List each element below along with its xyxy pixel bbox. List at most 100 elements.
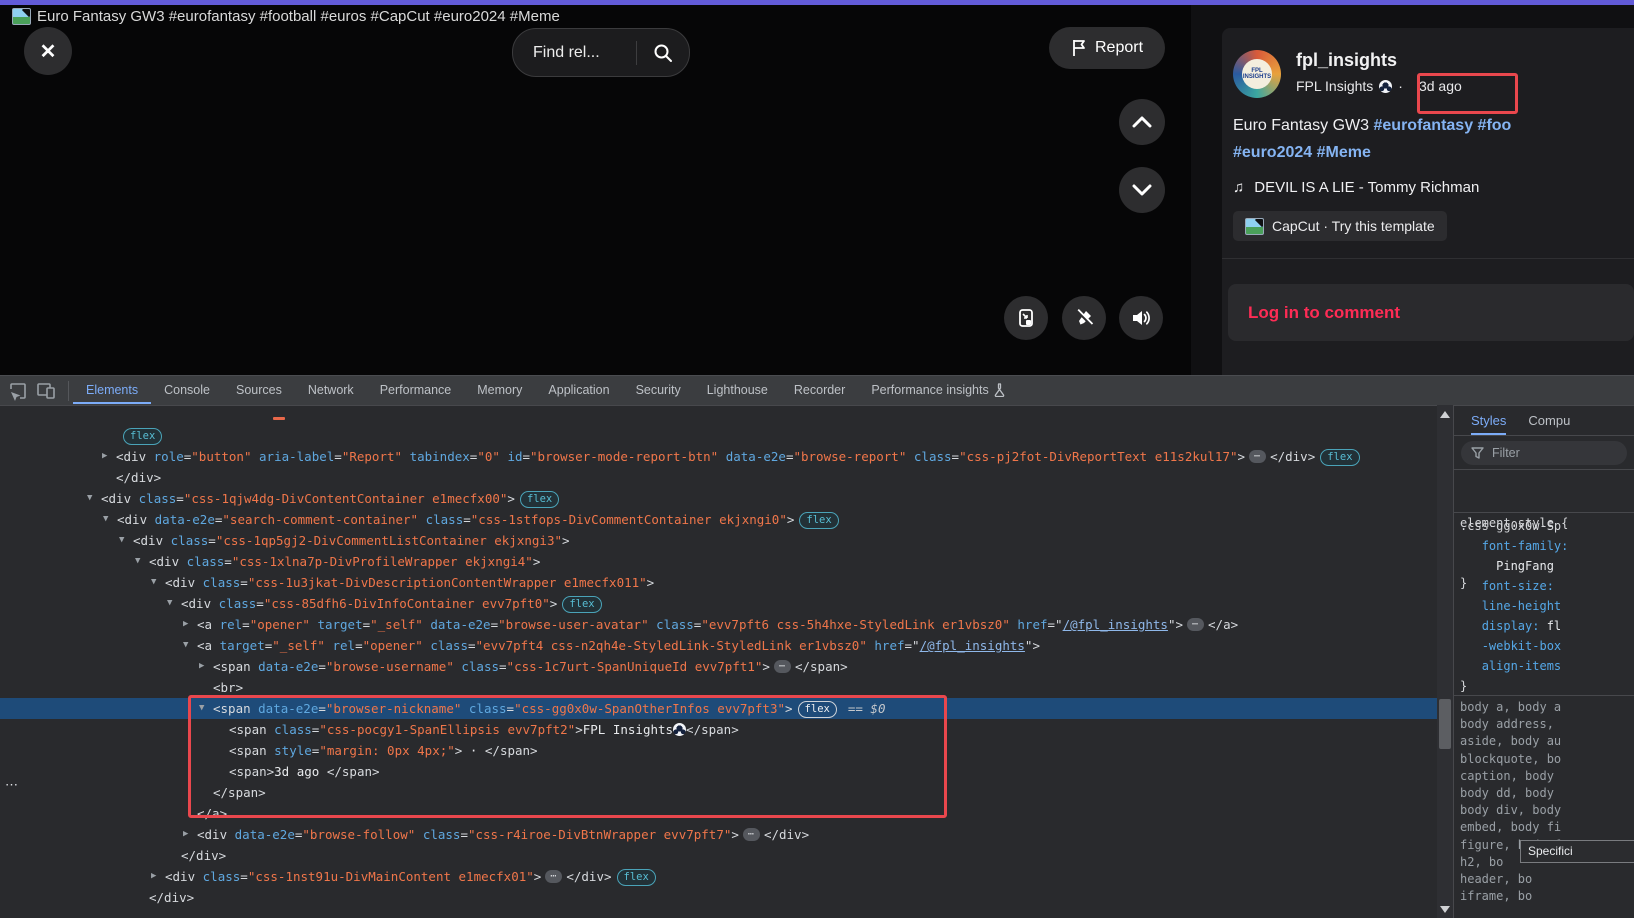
- inherited-selector-line[interactable]: aside, body au: [1460, 733, 1561, 750]
- expand-arrow-icon[interactable]: ▶: [151, 866, 156, 887]
- dom-tree-row[interactable]: ▼<div class="css-85dfh6-DivInfoContainer…: [0, 593, 1437, 614]
- inspect-element-icon[interactable]: [8, 381, 28, 401]
- devtools-tab-elements[interactable]: Elements: [73, 376, 151, 404]
- devtools-tab-network[interactable]: Network: [295, 376, 367, 404]
- scrollbar-thumb[interactable]: [1439, 699, 1451, 749]
- flex-badge[interactable]: flex: [562, 596, 601, 613]
- devtools-tab-security[interactable]: Security: [623, 376, 694, 404]
- dom-tree-row[interactable]: ▼<a target="_self" rel="opener" class="e…: [0, 635, 1437, 656]
- avatar[interactable]: FPL INSIGHTS: [1233, 50, 1281, 98]
- flex-badge[interactable]: flex: [123, 428, 162, 445]
- dom-tree-row[interactable]: flex: [0, 425, 1437, 446]
- miniplayer-button[interactable]: [1004, 296, 1048, 340]
- devtools-tab-performance[interactable]: Performance: [367, 376, 465, 404]
- styles-filter-input[interactable]: Filter: [1461, 441, 1627, 465]
- inherited-selector-line[interactable]: caption, body: [1460, 768, 1561, 785]
- dom-tree-row[interactable]: ▼<div class="css-1qjw4dg-DivContentConta…: [0, 488, 1437, 509]
- css-property-line[interactable]: display: fl: [1460, 616, 1568, 636]
- dom-tree-row[interactable]: ▼<div data-e2e="search-comment-container…: [0, 509, 1437, 530]
- volume-button[interactable]: [1119, 296, 1163, 340]
- music-row[interactable]: ♫ DEVIL IS A LIE - Tommy Richman: [1233, 179, 1479, 196]
- collapse-arrow-icon[interactable]: ▼: [151, 572, 156, 593]
- css-property-line[interactable]: -webkit-box: [1460, 636, 1568, 656]
- capcut-template-button[interactable]: CapCut · Try this template: [1233, 211, 1447, 241]
- css-property-line[interactable]: font-size:: [1460, 576, 1568, 596]
- dom-tree-row[interactable]: </div>: [0, 845, 1437, 866]
- scroll-down-arrow[interactable]: [1440, 906, 1450, 913]
- inherited-selector-line[interactable]: embed, body fi: [1460, 819, 1561, 836]
- expand-arrow-icon[interactable]: ▶: [183, 824, 188, 845]
- inherited-selector-line[interactable]: blockquote, bo: [1460, 751, 1561, 768]
- flex-badge[interactable]: flex: [1320, 449, 1359, 466]
- flex-badge[interactable]: flex: [799, 512, 838, 529]
- video-description-line2[interactable]: #euro2024 #Meme: [1233, 144, 1371, 162]
- autoscroll-off-button[interactable]: [1062, 296, 1106, 340]
- inherited-selector-line[interactable]: iframe, bo: [1460, 888, 1561, 905]
- expand-inline-button[interactable]: ⋯: [743, 828, 760, 841]
- search-input[interactable]: Find rel...: [512, 28, 690, 77]
- devtools-tab-sources[interactable]: Sources: [223, 376, 295, 404]
- devtools-tab-performance-insights[interactable]: Performance insights: [858, 376, 1017, 404]
- collapse-arrow-icon[interactable]: ▼: [119, 530, 124, 551]
- row-overflow-dots[interactable]: ⋯: [5, 777, 19, 793]
- dom-tree-row[interactable]: ▶<div role="button" aria-label="Report" …: [0, 446, 1437, 467]
- devtools-tab-lighthouse[interactable]: Lighthouse: [694, 376, 781, 404]
- devtools-tab-recorder[interactable]: Recorder: [781, 376, 858, 404]
- search-icon[interactable]: [637, 43, 689, 63]
- description-text: Euro Fantasy GW3: [1233, 117, 1374, 134]
- device-toolbar-icon[interactable]: [36, 382, 56, 400]
- css-property-line[interactable]: align-items: [1460, 656, 1568, 676]
- report-button[interactable]: Report: [1049, 27, 1165, 69]
- scroll-up-arrow[interactable]: [1440, 411, 1450, 418]
- code-token: =: [460, 827, 468, 842]
- collapse-arrow-icon[interactable]: ▼: [103, 509, 108, 530]
- dom-tree-row[interactable]: </div>: [0, 467, 1437, 488]
- inherited-selector-line[interactable]: body div, body: [1460, 802, 1561, 819]
- code-token: =: [523, 449, 531, 464]
- devtools-tab-console[interactable]: Console: [151, 376, 223, 404]
- inherited-selector-line[interactable]: body address,: [1460, 716, 1561, 733]
- login-to-comment-box[interactable]: Log in to comment: [1228, 284, 1634, 341]
- username-link[interactable]: fpl_insights: [1296, 50, 1397, 71]
- tab-styles[interactable]: Styles: [1471, 406, 1506, 435]
- flex-badge[interactable]: flex: [520, 491, 559, 508]
- collapse-arrow-icon[interactable]: ▼: [167, 593, 172, 614]
- devtools-tab-application[interactable]: Application: [535, 376, 622, 404]
- dom-tree-row[interactable]: ▶<div class="css-1nst91u-DivMainContent …: [0, 866, 1437, 887]
- hashtag-links[interactable]: #eurofantasy #foo: [1374, 117, 1512, 134]
- css-property-line[interactable]: PingFang: [1460, 556, 1568, 576]
- dom-tree-row[interactable]: ▼<div class="css-1qp5gj2-DivCommentListC…: [0, 530, 1437, 551]
- expand-arrow-icon[interactable]: ▶: [199, 656, 204, 677]
- dom-tree-row[interactable]: ▶<span data-e2e="browse-username" class=…: [0, 656, 1437, 677]
- previous-video-button[interactable]: [1119, 99, 1165, 145]
- css-rule-section[interactable]: .css-gg0x0w-Sp font-family: PingFang fon…: [1460, 516, 1568, 696]
- flex-badge[interactable]: flex: [617, 869, 656, 886]
- dom-tree-row[interactable]: ▶<a rel="opener" target="_self" data-e2e…: [0, 614, 1437, 635]
- dom-tree-row[interactable]: ▶<div data-e2e="browse-follow" class="cs…: [0, 824, 1437, 845]
- dom-tree-row[interactable]: </div>: [0, 887, 1437, 908]
- css-property-line[interactable]: line-height: [1460, 596, 1568, 616]
- tab-computed[interactable]: Compu: [1528, 413, 1570, 428]
- expand-arrow-icon[interactable]: ▶: [183, 614, 188, 635]
- close-button[interactable]: ✕: [24, 27, 72, 75]
- expand-arrow-icon[interactable]: ▶: [102, 446, 107, 467]
- expand-inline-button[interactable]: ⋯: [545, 870, 562, 883]
- inherited-selector-line[interactable]: header, bo: [1460, 871, 1561, 888]
- collapse-arrow-icon[interactable]: ▼: [87, 488, 92, 509]
- dom-tree-row[interactable]: ▼<div class="css-1u3jkat-DivDescriptionC…: [0, 572, 1437, 593]
- inherited-selectors-list[interactable]: body a, body abody address,aside, body a…: [1460, 699, 1561, 905]
- collapse-arrow-icon[interactable]: ▼: [135, 551, 140, 572]
- expand-inline-button[interactable]: ⋯: [1249, 450, 1266, 463]
- inherited-selector-line[interactable]: body dd, body: [1460, 785, 1561, 802]
- code-token: class: [914, 449, 952, 464]
- filter-placeholder: Filter: [1492, 446, 1520, 460]
- css-property-line[interactable]: font-family:: [1460, 536, 1568, 556]
- next-video-button[interactable]: [1119, 167, 1165, 213]
- inherited-selector-line[interactable]: body a, body a: [1460, 699, 1561, 716]
- expand-inline-button[interactable]: ⋯: [1187, 618, 1204, 631]
- dom-tree-row[interactable]: ▼<div class="css-1xlna7p-DivProfileWrapp…: [0, 551, 1437, 572]
- collapse-arrow-icon[interactable]: ▼: [183, 635, 188, 656]
- devtools-tab-memory[interactable]: Memory: [464, 376, 535, 404]
- elements-scrollbar[interactable]: [1437, 405, 1453, 918]
- expand-inline-button[interactable]: ⋯: [774, 660, 791, 673]
